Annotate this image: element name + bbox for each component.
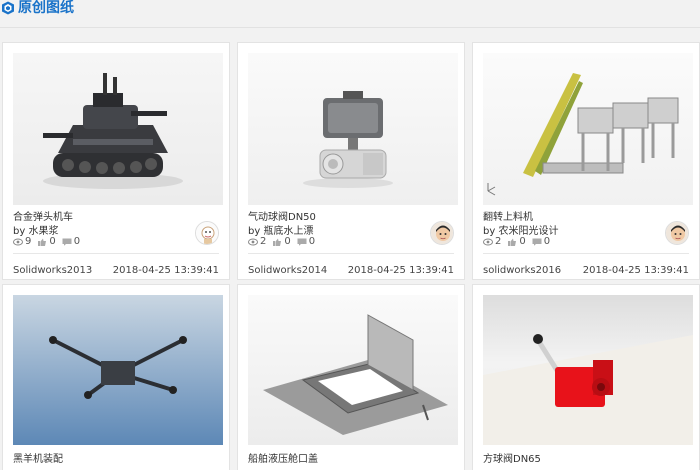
eye-icon: [13, 238, 23, 245]
like-count: 0: [284, 236, 291, 247]
comment-count: 0: [73, 236, 81, 247]
drawing-thumbnail[interactable]: [13, 53, 223, 205]
drawing-name[interactable]: 黑羊机装配: [13, 450, 63, 465]
cube-logo-icon: [2, 1, 14, 15]
comment-icon: [297, 238, 307, 246]
ball-valve-model-image: [483, 334, 693, 445]
drawing-thumbnail[interactable]: [483, 53, 693, 205]
section-title: 原创图纸: [18, 0, 74, 16]
upload-date: 2018-04-25 13:39:41: [112, 265, 219, 276]
drawing-name[interactable]: 合金弹头机车: [13, 208, 73, 223]
drawing-card-6[interactable]: 方球阀DN65: [472, 284, 700, 470]
upload-date: 2018-04-25 13:39:41: [347, 265, 454, 276]
drawing-thumbnail[interactable]: [248, 295, 458, 445]
drawing-thumbnail[interactable]: [13, 295, 223, 445]
drawing-name[interactable]: 翻转上料机: [483, 208, 533, 223]
thumbs-up-icon: [508, 238, 517, 246]
drawing-thumbnail[interactable]: [248, 53, 458, 205]
software-version: Solidworks2013: [13, 265, 93, 276]
person-avatar-icon: [431, 222, 453, 244]
flip-loader-model-image: [487, 73, 679, 196]
drawing-card-3[interactable]: 翻转上料机 by 农米阳光设计 2 0 0 solidworks2016 201…: [472, 42, 700, 280]
comment-count: 0: [308, 236, 316, 247]
quadcopter-model-image: [49, 336, 187, 399]
drawing-name[interactable]: 气动球阀DN50: [248, 208, 316, 223]
drawing-stats: 2 0 0: [483, 236, 556, 247]
view-count: 9: [25, 236, 32, 247]
drawing-stats: 9 0 0: [13, 236, 86, 247]
drawing-author[interactable]: by 水果浆: [13, 222, 58, 237]
drawing-card-5[interactable]: 船舶液压舱口盖: [237, 284, 465, 470]
hatch-cover-model-image: [263, 314, 448, 435]
drawing-name[interactable]: 船舶液压舱口盖: [248, 450, 318, 465]
thumbs-up-icon: [38, 238, 47, 246]
cartoon-avatar-icon: [196, 222, 218, 244]
author-avatar[interactable]: [430, 221, 454, 245]
like-count: 0: [519, 236, 526, 247]
eye-icon: [248, 238, 258, 245]
upload-date: 2018-04-25 13:39:41: [582, 265, 689, 276]
view-count: 2: [495, 236, 502, 247]
software-version: solidworks2016: [483, 265, 562, 276]
drawing-author[interactable]: by 瓶底水上漂: [248, 222, 313, 237]
thumbs-up-icon: [273, 238, 282, 246]
comment-icon: [62, 238, 72, 246]
drawing-card-1[interactable]: 合金弹头机车 by 水果浆 9 0 0 Solidworks2013 2018-…: [2, 42, 230, 280]
section-header: 原创图纸: [0, 0, 700, 28]
comment-icon: [532, 238, 542, 246]
drawing-name[interactable]: 方球阀DN65: [483, 450, 541, 465]
comment-count: 0: [543, 236, 551, 247]
eye-icon: [483, 238, 493, 245]
view-count: 2: [260, 236, 267, 247]
author-avatar[interactable]: [195, 221, 219, 245]
card-divider: [248, 253, 454, 254]
drawing-author[interactable]: by 农米阳光设计: [483, 222, 558, 237]
drawing-card-4[interactable]: 黑羊机装配: [2, 284, 230, 470]
tank-model-image: [43, 73, 183, 189]
pneumatic-valve-model-image: [303, 91, 393, 188]
drawing-card-2[interactable]: 气动球阀DN50 by 瓶底水上漂 2 0 0 Solidworks2014 2…: [237, 42, 465, 280]
drawing-stats: 2 0 0: [248, 236, 321, 247]
header-divider: [0, 27, 700, 28]
card-divider: [13, 253, 219, 254]
author-avatar[interactable]: [665, 221, 689, 245]
card-divider: [483, 253, 689, 254]
person-avatar-icon: [666, 222, 688, 244]
software-version: Solidworks2014: [248, 265, 328, 276]
like-count: 0: [49, 236, 56, 247]
drawing-thumbnail[interactable]: [483, 295, 693, 445]
